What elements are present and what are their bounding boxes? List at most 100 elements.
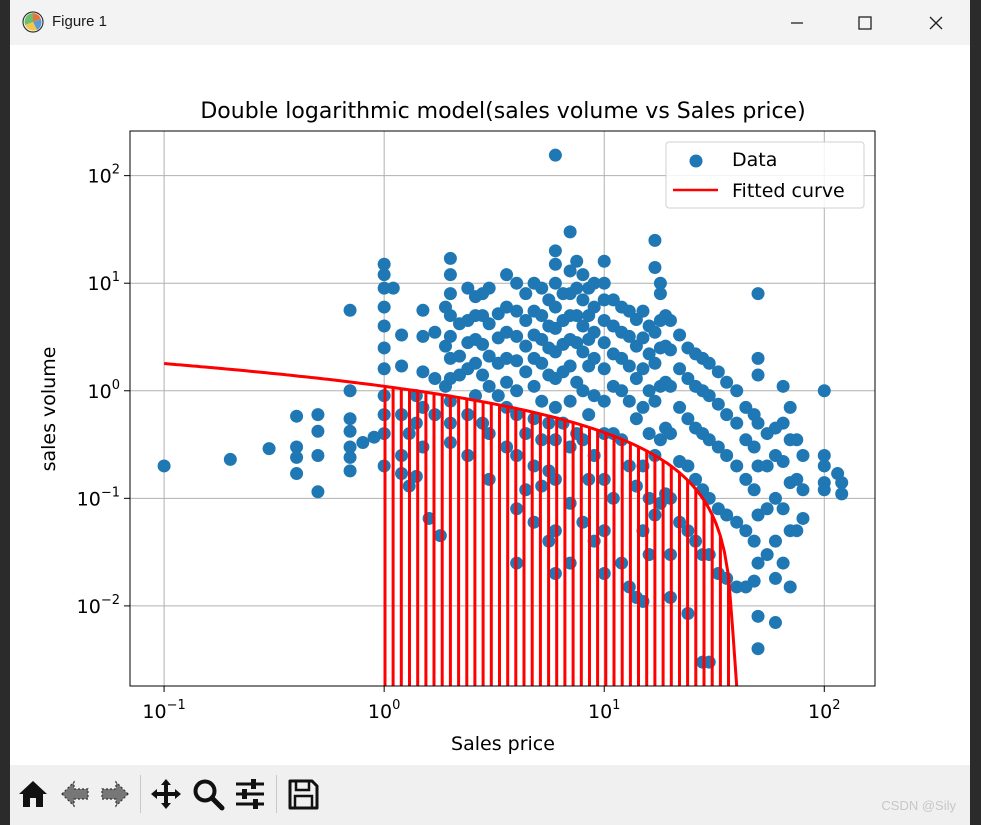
pan-icon — [151, 779, 181, 809]
data-point — [711, 397, 725, 411]
x-axis-label: Sales price — [451, 733, 555, 755]
data-point — [519, 427, 533, 441]
y-tick-label: 10−1 — [77, 485, 120, 510]
data-point — [597, 362, 611, 376]
y-tick-exponent: 2 — [112, 163, 120, 178]
minimize-button[interactable] — [764, 0, 830, 45]
data-point — [642, 427, 656, 441]
pan-button[interactable] — [145, 773, 187, 815]
data-point — [576, 384, 590, 398]
data-point — [563, 359, 577, 373]
data-point — [768, 491, 782, 505]
data-point — [747, 483, 761, 497]
close-button[interactable] — [903, 0, 969, 45]
data-point — [416, 329, 430, 343]
data-point — [510, 276, 524, 290]
data-point — [636, 400, 650, 414]
data-point — [377, 300, 391, 314]
data-point — [582, 408, 596, 422]
data-point — [311, 485, 325, 499]
maximize-button[interactable] — [832, 0, 898, 45]
data-point — [443, 268, 457, 282]
x-tick-base: 10 — [368, 701, 392, 723]
data-point — [395, 328, 409, 342]
data-point — [428, 325, 442, 339]
legend-marker-data — [689, 154, 703, 168]
y-tick-base: 10 — [77, 488, 101, 510]
zoom-button[interactable] — [187, 773, 229, 815]
data-point — [519, 483, 533, 497]
data-point — [739, 524, 753, 538]
data-point — [663, 314, 677, 328]
data-point — [570, 281, 584, 295]
chart: Double logarithmic model(sales volume vs… — [38, 99, 876, 755]
data-point — [311, 408, 325, 422]
data-point — [790, 524, 804, 538]
data-point — [311, 424, 325, 438]
data-point — [776, 556, 790, 570]
home-button[interactable] — [12, 773, 54, 815]
figure-window: Figure 1 Double logarithmic model(sales … — [10, 0, 970, 825]
close-icon — [929, 16, 943, 29]
y-tick-base: 10 — [77, 596, 101, 618]
data-point — [290, 409, 304, 423]
data-point — [377, 319, 391, 333]
title-bar[interactable]: Figure 1 — [10, 0, 970, 45]
maximize-icon — [858, 15, 872, 30]
data-point — [576, 293, 590, 307]
data-point — [636, 362, 650, 376]
data-point — [548, 400, 562, 414]
back-button[interactable] — [54, 773, 96, 815]
minimize-icon — [791, 21, 803, 24]
data-point — [548, 148, 562, 162]
data-point — [730, 459, 744, 473]
back-arrow-icon — [61, 780, 89, 808]
configure-subplots-button[interactable] — [229, 773, 271, 815]
data-point — [673, 328, 687, 342]
x-tick-label: 10−1 — [142, 698, 185, 723]
data-point — [290, 467, 304, 481]
x-tick-exponent: 0 — [392, 698, 400, 713]
data-point — [433, 529, 447, 543]
data-point — [476, 368, 490, 382]
data-point — [476, 337, 490, 351]
data-point — [510, 354, 524, 368]
data-point — [527, 515, 541, 529]
data-point — [570, 254, 584, 268]
x-tick-base: 10 — [588, 701, 612, 723]
y-tick-exponent: −1 — [101, 485, 120, 500]
x-tick-label: 101 — [588, 698, 620, 723]
figure-canvas[interactable]: Double logarithmic model(sales volume vs… — [10, 45, 970, 765]
data-point — [548, 244, 562, 258]
save-button[interactable] — [282, 773, 324, 815]
data-point — [548, 276, 562, 290]
navigation-toolbar: CSDN @Sily — [10, 765, 970, 825]
data-point — [622, 359, 636, 373]
data-point — [751, 642, 765, 656]
data-point — [482, 472, 496, 486]
data-point — [615, 384, 629, 398]
data-point — [576, 433, 590, 447]
y-tick-label: 100 — [88, 378, 120, 403]
save-icon — [288, 779, 319, 810]
data-point — [157, 459, 171, 473]
watermark: CSDN @Sily — [881, 798, 956, 813]
legend-label-fitted: Fitted curve — [732, 180, 845, 202]
data-point — [356, 436, 370, 450]
data-point — [500, 268, 514, 282]
data-point — [597, 276, 611, 290]
data-point — [597, 524, 611, 538]
data-point — [576, 345, 590, 359]
home-icon — [19, 781, 47, 807]
data-point — [760, 502, 774, 516]
data-point — [663, 379, 677, 393]
data-point — [648, 325, 662, 339]
data-point — [377, 362, 391, 376]
x-tick-exponent: 1 — [612, 698, 620, 713]
legend-label-data: Data — [732, 149, 777, 171]
data-point — [443, 329, 457, 343]
data-point — [386, 281, 400, 295]
x-tick-label: 100 — [368, 698, 400, 723]
forward-button[interactable] — [94, 773, 136, 815]
y-tick-label: 101 — [88, 270, 120, 295]
